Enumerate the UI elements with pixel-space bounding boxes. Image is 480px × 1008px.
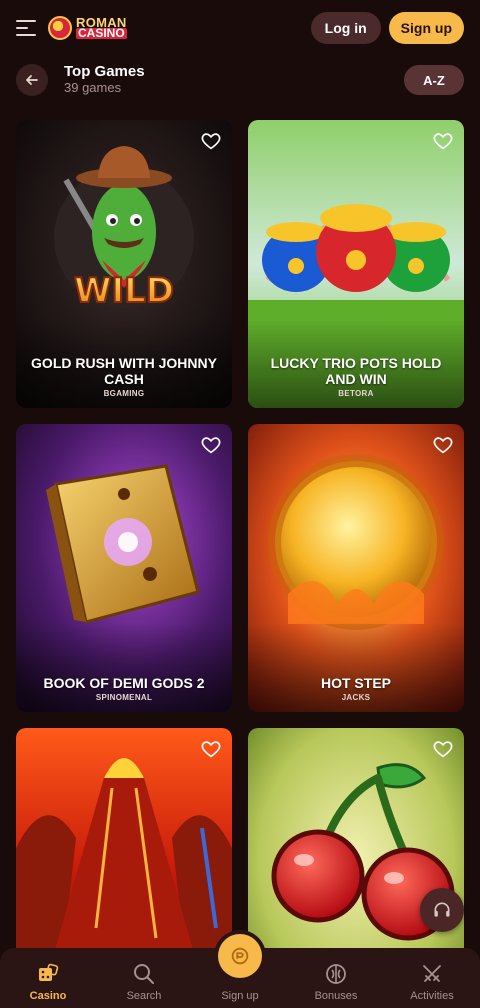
logo-mark-icon bbox=[48, 16, 72, 40]
game-title: BOOK OF DEMI GODS 2 bbox=[43, 675, 205, 691]
nav-bonuses[interactable]: Bonuses bbox=[296, 962, 376, 1002]
nav-label: Casino bbox=[29, 990, 67, 1002]
game-provider: BGAMING bbox=[103, 389, 145, 398]
favorite-heart-icon[interactable] bbox=[432, 130, 454, 152]
search-icon bbox=[134, 964, 154, 984]
game-card[interactable]: LUCKY TRIO POTS HOLD AND WIN BETORA bbox=[248, 120, 464, 408]
game-title: GOLD RUSH WITH JOHNNY CASH bbox=[31, 355, 217, 387]
dice-icon bbox=[39, 963, 59, 981]
game-provider: BETORA bbox=[338, 389, 374, 398]
game-card[interactable]: WILD GOLD RUSH WITH JOHNNY CASH BGAMING bbox=[16, 120, 232, 408]
nav-label: Search bbox=[126, 990, 162, 1002]
favorite-heart-icon[interactable] bbox=[200, 738, 222, 760]
favorite-heart-icon[interactable] bbox=[200, 434, 222, 456]
game-title: LUCKY TRIO POTS HOLD AND WIN bbox=[270, 355, 442, 387]
menu-icon[interactable] bbox=[16, 20, 36, 36]
login-button[interactable]: Log in bbox=[310, 12, 381, 44]
logo[interactable]: ROMAN CASINO bbox=[48, 16, 127, 40]
sort-az-button[interactable]: A-Z bbox=[404, 65, 464, 95]
games-count: 39 games bbox=[64, 80, 122, 95]
signup-button[interactable]: Sign up bbox=[388, 12, 464, 44]
favorite-heart-icon[interactable] bbox=[200, 130, 222, 152]
favorite-heart-icon[interactable] bbox=[432, 434, 454, 456]
game-provider: JACKS bbox=[341, 693, 371, 702]
top-bar: ROMAN CASINO Log in Sign up bbox=[0, 0, 480, 56]
headset-icon bbox=[434, 902, 450, 917]
nav-label: Sign up bbox=[221, 990, 259, 1002]
game-card[interactable]: HOT STEP JACKS bbox=[248, 424, 464, 712]
signup-nav-button[interactable] bbox=[218, 934, 262, 978]
favorite-heart-icon[interactable] bbox=[432, 738, 454, 760]
game-title: HOT STEP bbox=[320, 675, 391, 691]
back-button[interactable] bbox=[16, 64, 48, 96]
arrow-left-icon bbox=[26, 75, 38, 85]
nav-label: Bonuses bbox=[314, 990, 358, 1002]
nav-activities[interactable]: Activities bbox=[392, 962, 472, 1002]
swords-icon bbox=[423, 965, 441, 982]
nav-casino[interactable]: Casino bbox=[8, 962, 88, 1002]
signup-icon bbox=[231, 947, 249, 965]
svg-text:WILD: WILD bbox=[74, 271, 174, 311]
nav-search[interactable]: Search bbox=[104, 962, 184, 1002]
support-button[interactable] bbox=[420, 888, 464, 932]
logo-text-casino: CASINO bbox=[76, 26, 127, 40]
nav-label: Activities bbox=[410, 990, 454, 1002]
page-title: Top Games bbox=[64, 63, 145, 80]
game-provider: SPINOMENAL bbox=[95, 693, 153, 702]
section-header: Top Games 39 games A-Z bbox=[16, 64, 464, 96]
game-card[interactable]: BOOK OF DEMI GODS 2 SPINOMENAL bbox=[16, 424, 232, 712]
bonus-icon bbox=[326, 964, 346, 984]
